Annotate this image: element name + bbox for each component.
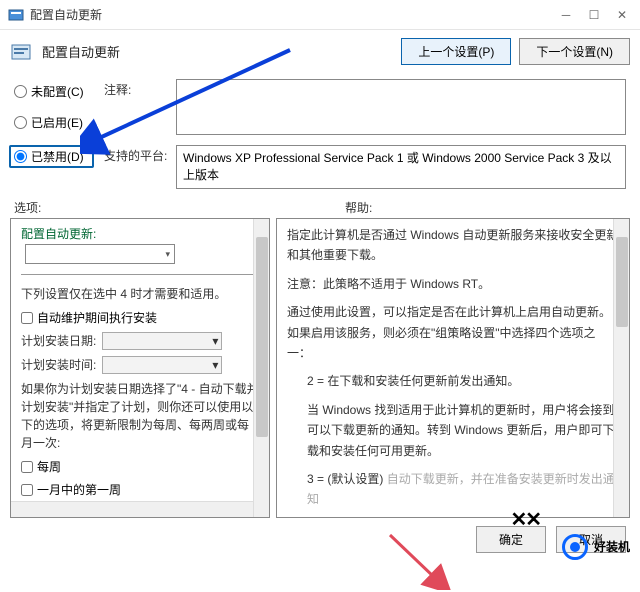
radio-enabled[interactable]: 已启用(E) bbox=[14, 114, 94, 131]
options-scrollbar[interactable] bbox=[253, 219, 269, 517]
help-p1: 指定此计算机是否通过 Windows 自动更新服务来接收安全更新和其他重要下载。 bbox=[287, 225, 619, 266]
options-section-label: 选项: bbox=[14, 199, 295, 216]
policy-icon bbox=[10, 41, 34, 63]
config-update-select[interactable]: ▾ bbox=[25, 244, 175, 264]
options-note: 下列设置仅在选中 4 时才需要和适用。 bbox=[21, 285, 259, 303]
help-section-label: 帮助: bbox=[295, 199, 626, 216]
comment-label: 注释: bbox=[104, 79, 170, 98]
options-panel: 配置自动更新: ▾ 下列设置仅在选中 4 时才需要和适用。 自动维护期间执行安装… bbox=[10, 218, 270, 518]
minimize-button[interactable]: ─ bbox=[560, 9, 572, 21]
prev-setting-button[interactable]: 上一个设置(P) bbox=[401, 38, 511, 65]
help-scrollbar[interactable] bbox=[613, 219, 629, 517]
sched-time-label: 计划安装时间: bbox=[21, 358, 96, 372]
chevron-down-icon: ▾ bbox=[212, 332, 218, 350]
options-h-scrollbar[interactable] bbox=[11, 501, 253, 517]
weekly-checkbox[interactable]: 每周 bbox=[21, 458, 259, 475]
sched-date-select[interactable]: ▾ bbox=[102, 332, 222, 350]
watermark-x-icon: ✕✕ bbox=[510, 507, 540, 532]
platform-label: 支持的平台: bbox=[104, 145, 170, 164]
help-p4: 2 = 在下载和安装任何更新前发出通知。 bbox=[287, 371, 619, 391]
title-bar: 配置自动更新 ─ ☐ ✕ bbox=[0, 0, 640, 30]
sched-time-select[interactable]: ▾ bbox=[102, 356, 222, 374]
app-icon bbox=[8, 7, 24, 23]
watermark-logo-icon bbox=[562, 534, 588, 560]
first-week-checkbox[interactable]: 一月中的第一周 bbox=[21, 481, 259, 498]
help-p3: 通过使用此设置，可以指定是否在此计算机上启用自动更新。如果启用该服务，则必须在"… bbox=[287, 302, 619, 363]
sched-date-label: 计划安装日期: bbox=[21, 334, 96, 348]
chevron-down-icon: ▾ bbox=[212, 356, 218, 374]
radio-disabled[interactable]: 已禁用(D) bbox=[9, 145, 94, 168]
help-p6: 3 = (默认设置) 自动下载更新，并在准备安装更新时发出通知 bbox=[287, 469, 619, 510]
window-title: 配置自动更新 bbox=[30, 6, 560, 23]
help-panel: 指定此计算机是否通过 Windows 自动更新服务来接收安全更新和其他重要下载。… bbox=[276, 218, 630, 518]
header-row: 配置自动更新 上一个设置(P) 下一个设置(N) bbox=[0, 30, 640, 73]
close-button[interactable]: ✕ bbox=[616, 9, 628, 21]
header-label: 配置自动更新 bbox=[42, 42, 393, 61]
help-p5: 当 Windows 找到适用于此计算机的更新时，用户将会接到可以下载更新的通知。… bbox=[287, 400, 619, 461]
next-setting-button[interactable]: 下一个设置(N) bbox=[519, 38, 630, 65]
comment-textarea[interactable] bbox=[176, 79, 626, 135]
auto-maint-checkbox[interactable]: 自动维护期间执行安装 bbox=[21, 309, 259, 326]
help-p2: 注意：此策略不适用于 Windows RT。 bbox=[287, 274, 619, 294]
chevron-down-icon: ▾ bbox=[165, 249, 170, 260]
options-paragraph: 如果你为计划安装日期选择了"4 - 自动下载并计划安装"并指定了计划，则你还可以… bbox=[21, 380, 259, 452]
watermark: 好装机 bbox=[562, 534, 630, 560]
radio-not-configured[interactable]: 未配置(C) bbox=[14, 83, 94, 100]
maximize-button[interactable]: ☐ bbox=[588, 9, 600, 21]
platform-textarea[interactable]: Windows XP Professional Service Pack 1 或… bbox=[176, 145, 626, 189]
options-title: 配置自动更新: bbox=[21, 225, 259, 242]
